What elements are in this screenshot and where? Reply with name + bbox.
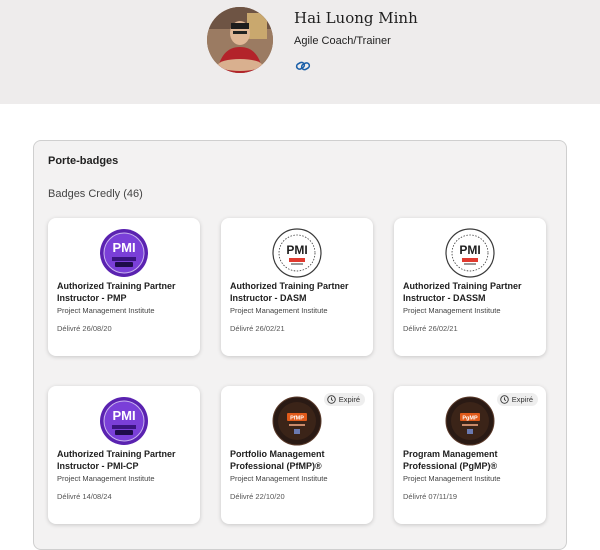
badge-issue-date: Délivré 14/08/24: [57, 492, 112, 501]
badge-title: Portfolio Management Professional (PfMP)…: [230, 449, 325, 471]
pmi-dassm-instructor-badge-icon: PMI: [445, 228, 495, 278]
badge-issue-date: Délivré 26/02/21: [230, 324, 285, 333]
badge-title: Authorized Training Partner Instructor -…: [403, 281, 522, 303]
badge-card-dassm-instructor[interactable]: PMI Authorized Training Partner Instruct…: [394, 218, 546, 356]
svg-text:PMI: PMI: [286, 243, 307, 257]
badge-issue-date: Délivré 26/08/20: [57, 324, 112, 333]
profile-role: Agile Coach/Trainer: [294, 35, 391, 47]
link-icon[interactable]: [295, 58, 311, 74]
badge-issuer: Project Management Institute: [57, 474, 155, 483]
profile-name: Hai Luong Minh: [294, 9, 418, 27]
pmi-instructor-badge-icon: PMI: [99, 228, 149, 278]
badge-title: Program Management Professional (PgMP)®: [403, 449, 498, 471]
clock-icon: [327, 395, 336, 404]
svg-text:PMI: PMI: [112, 240, 135, 255]
badge-issuer: Project Management Institute: [57, 306, 155, 315]
pmi-instructor-badge-icon: PMI: [99, 396, 149, 446]
badge-card-pgmp[interactable]: Expiré PgMP Program Management Professio…: [394, 386, 546, 524]
svg-text:PMI: PMI: [112, 408, 135, 423]
svg-text:PgMP: PgMP: [462, 416, 478, 422]
badge-issue-date: Délivré 26/02/21: [403, 324, 458, 333]
badge-issue-date: Délivré 22/10/20: [230, 492, 285, 501]
expired-badge: Expiré: [323, 393, 365, 406]
badge-title: Authorized Training Partner Instructor -…: [57, 449, 176, 471]
badge-card-dasm-instructor[interactable]: PMI Authorized Training Partner Instruct…: [221, 218, 373, 356]
badge-issue-date: Délivré 07/11/19: [403, 492, 458, 501]
expired-badge: Expiré: [496, 393, 538, 406]
badge-wallet-title: Porte-badges: [48, 155, 119, 167]
badge-issuer: Project Management Institute: [403, 474, 501, 483]
badge-issuer: Project Management Institute: [230, 474, 328, 483]
clock-icon: [500, 395, 509, 404]
badge-issuer: Project Management Institute: [403, 306, 501, 315]
svg-text:PMI: PMI: [459, 243, 480, 257]
badge-card-pfmp[interactable]: Expiré PfMP Portfolio Management Profess…: [221, 386, 373, 524]
pfmp-certification-badge-icon: PfMP: [272, 396, 322, 446]
badge-title: Authorized Training Partner Instructor -…: [230, 281, 349, 303]
badge-issuer: Project Management Institute: [230, 306, 328, 315]
badge-card-pmi-cp-instructor[interactable]: PMI Authorized Training Partner Instruct…: [48, 386, 200, 524]
avatar[interactable]: [207, 7, 273, 73]
badge-card-pmp-instructor[interactable]: PMI Authorized Training Partner Instruct…: [48, 218, 200, 356]
pmi-dasm-instructor-badge-icon: PMI: [272, 228, 322, 278]
svg-text:PfMP: PfMP: [290, 416, 304, 422]
badge-title: Authorized Training Partner Instructor -…: [57, 281, 176, 303]
pgmp-certification-badge-icon: PgMP: [445, 396, 495, 446]
badge-count-label: Badges Credly (46): [48, 188, 143, 200]
